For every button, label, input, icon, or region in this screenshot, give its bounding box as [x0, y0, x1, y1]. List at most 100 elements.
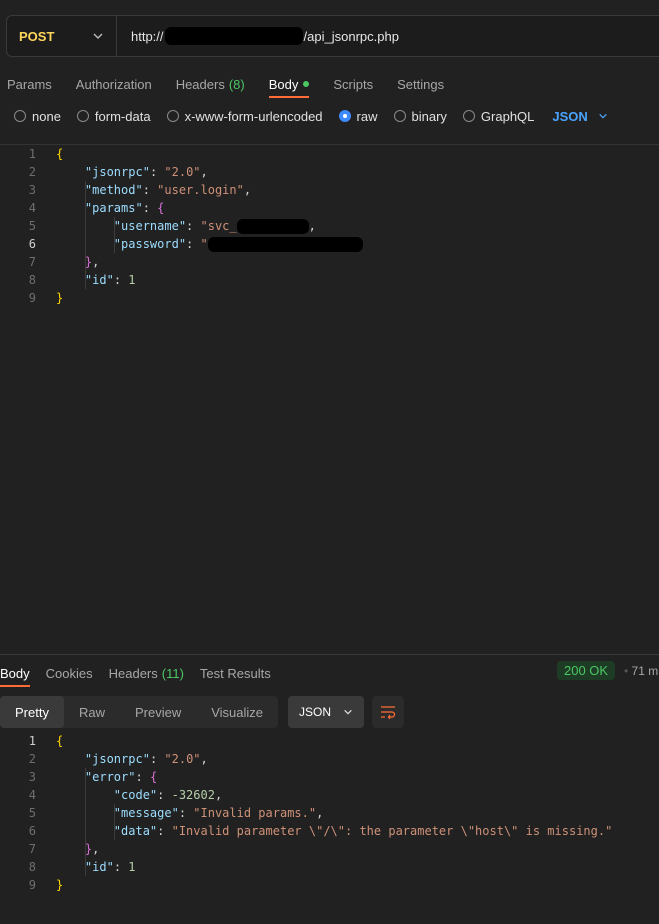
request-body-editor[interactable]: 1{ 2 "jsonrpc": "2.0", 3 "method": "user…	[0, 145, 363, 307]
method-select[interactable]: POST	[7, 16, 117, 56]
code-line: 7 },	[0, 253, 363, 271]
json-key: "message"	[113, 806, 179, 820]
response-format-select[interactable]: JSON	[288, 696, 364, 728]
tab-label: Authorization	[75, 76, 152, 92]
json-key: "method"	[84, 183, 143, 197]
radio-icon	[76, 110, 89, 122]
radio-icon	[166, 110, 179, 122]
redacted-host	[164, 27, 303, 45]
code-line: 5 "message": "Invalid params.",	[0, 804, 612, 822]
chevron-down-icon	[344, 709, 352, 715]
redacted-username	[236, 219, 309, 234]
tab-params[interactable]: Params	[7, 72, 52, 96]
radio-graphql[interactable]: GraphQL	[462, 109, 534, 124]
tab-body[interactable]: Body	[268, 72, 310, 98]
body-type-options: none form-data x-www-form-urlencoded raw…	[14, 107, 608, 125]
radio-icon	[14, 110, 26, 122]
radio-raw[interactable]: raw	[338, 108, 378, 124]
code-line: 4 "code": -32602,	[0, 786, 612, 804]
view-tab-pretty[interactable]: Pretty	[0, 696, 64, 728]
json-value: -32602	[171, 788, 215, 802]
code-line: 3 "error": {	[0, 768, 612, 786]
code-line: 6 "password": "	[0, 235, 363, 253]
json-key: "code"	[113, 788, 158, 802]
tab-authorization[interactable]: Authorization	[76, 72, 152, 96]
radio-icon	[393, 110, 406, 122]
line-number: 2	[28, 752, 36, 766]
tab-response-body[interactable]: Body	[0, 661, 30, 687]
json-key: "id"	[84, 273, 114, 287]
code-line: 8 "id": 1	[0, 271, 363, 289]
radio-label: none	[32, 108, 61, 124]
body-format-select[interactable]: JSON	[552, 109, 607, 124]
code-line: 7 },	[0, 840, 612, 858]
radio-label: x-www-form-urlencoded	[184, 108, 323, 124]
radio-label: binary	[411, 108, 447, 124]
line-number: 8	[28, 860, 36, 874]
url-input[interactable]: http:// /api_jsonrpc.php	[117, 27, 399, 45]
url-suffix: /api_jsonrpc.php	[303, 28, 399, 44]
tab-response-headers[interactable]: Headers (11)	[109, 661, 184, 685]
code-line: 2 "jsonrpc": "2.0",	[0, 163, 363, 181]
line-number: 3	[28, 770, 36, 784]
tab-scripts[interactable]: Scripts	[333, 72, 373, 96]
json-key: "jsonrpc"	[84, 165, 150, 179]
response-tabs: Body Cookies Headers (11) Test Results	[0, 661, 287, 687]
redacted-password	[207, 237, 363, 252]
line-number: 9	[28, 291, 36, 305]
json-value: "Invalid parameter \"/\": the parameter …	[171, 824, 613, 838]
chevron-down-icon	[93, 33, 103, 39]
line-number: 4	[28, 201, 36, 215]
view-tab-raw[interactable]: Raw	[64, 696, 120, 728]
wrap-lines-icon	[381, 706, 396, 719]
body-format-label: JSON	[552, 108, 588, 124]
tab-label: Params	[7, 76, 52, 92]
tab-label: Headers	[175, 76, 225, 92]
radio-binary[interactable]: binary	[393, 108, 447, 124]
json-key: "id"	[84, 860, 114, 874]
request-tabs: Params Authorization Headers (8) Body Scr…	[7, 72, 468, 98]
tab-settings[interactable]: Settings	[397, 72, 444, 96]
tab-label: Test Results	[199, 665, 271, 681]
radio-label: form-data	[94, 108, 151, 124]
code-line: 2 "jsonrpc": "2.0",	[0, 750, 612, 768]
view-tab-visualize[interactable]: Visualize	[196, 696, 278, 728]
method-label: POST	[19, 28, 55, 44]
json-key: "error"	[84, 770, 136, 784]
status-badge: 200 OK	[557, 661, 616, 680]
tab-label: Scripts	[333, 76, 374, 92]
radio-none[interactable]: none	[14, 109, 61, 124]
tab-test-results[interactable]: Test Results	[200, 661, 271, 685]
line-number: 7	[28, 842, 36, 856]
json-key: "params"	[84, 201, 143, 215]
divider	[0, 654, 659, 655]
code-line: 4 "params": {	[0, 199, 363, 217]
radio-form-data[interactable]: form-data	[76, 108, 151, 124]
tab-label: Body	[0, 665, 30, 681]
radio-label: raw	[356, 108, 378, 124]
radio-urlencoded[interactable]: x-www-form-urlencoded	[166, 108, 323, 124]
line-number: 6	[28, 237, 36, 251]
code-line: 1{	[0, 145, 363, 163]
tab-cookies[interactable]: Cookies	[46, 661, 93, 685]
line-number: 4	[28, 788, 36, 802]
json-value: "Invalid params."	[193, 806, 317, 820]
radio-icon	[462, 110, 475, 122]
tab-headers[interactable]: Headers (8)	[176, 72, 245, 96]
url-prefix: http://	[131, 28, 164, 44]
line-number: 9	[28, 878, 36, 892]
json-key: "jsonrpc"	[84, 752, 150, 766]
response-body-viewer[interactable]: 1{ 2 "jsonrpc": "2.0", 3 "error": { 4 "c…	[0, 732, 613, 894]
code-line: 6 "data": "Invalid parameter \"/\": the …	[0, 822, 613, 840]
json-value: 1	[128, 273, 136, 287]
tab-label: Settings	[397, 76, 445, 92]
wrap-lines-button[interactable]	[372, 696, 404, 728]
json-value: "user.login"	[157, 183, 244, 197]
headers-count: (8)	[228, 76, 245, 92]
code-line: 5 "username": "svc_,	[0, 217, 363, 235]
view-tab-preview[interactable]: Preview	[120, 696, 196, 728]
line-number: 1	[28, 147, 36, 161]
line-number: 3	[28, 183, 36, 197]
response-view-tabs: Pretty Raw Preview Visualize	[0, 696, 279, 728]
tab-label: Body	[268, 76, 299, 92]
